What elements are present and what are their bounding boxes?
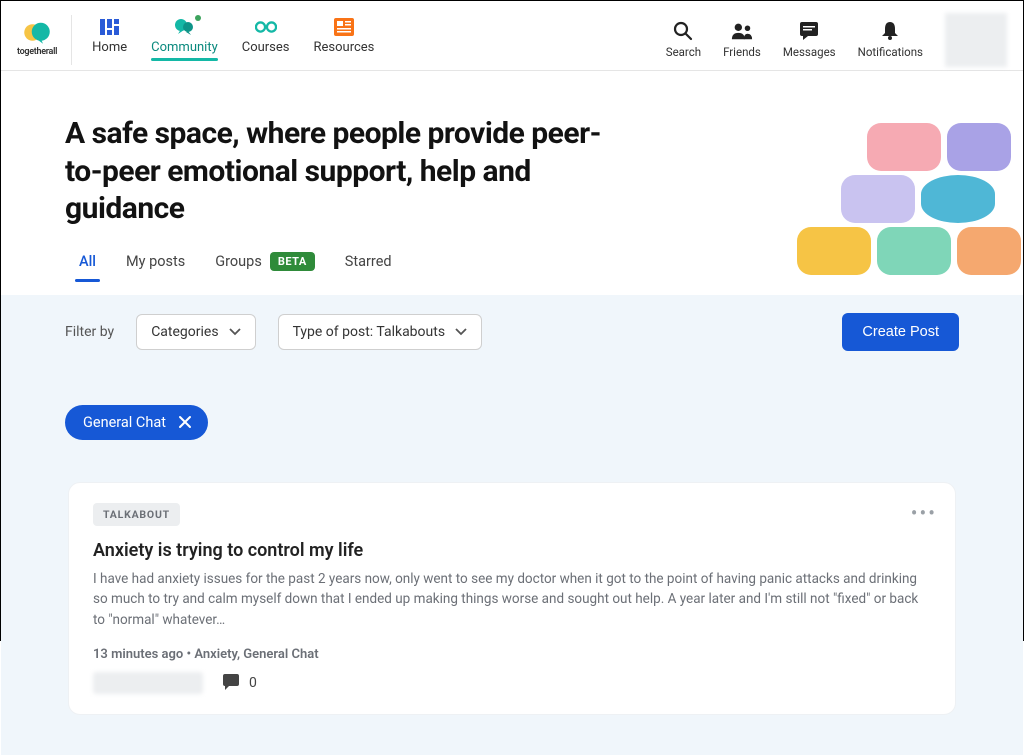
messages-button[interactable]: Messages [783, 20, 836, 59]
filter-chip-general-chat[interactable]: General Chat [65, 405, 208, 440]
nav-community[interactable]: Community [151, 18, 218, 61]
nav-label: Courses [242, 40, 290, 55]
tab-groups[interactable]: Groups BETA [215, 252, 315, 281]
search-label: Search [666, 45, 701, 59]
tab-all[interactable]: All [79, 252, 96, 281]
close-icon [178, 415, 192, 429]
search-button[interactable]: Search [666, 20, 701, 59]
filter-controls: Filter by Categories Type of post: Talka… [65, 314, 482, 350]
type-of-post-dropdown[interactable]: Type of post: Talkabouts [278, 314, 483, 350]
decorative-tiles [797, 123, 1024, 293]
brand-logo[interactable]: togetherall [17, 15, 72, 65]
page-title: A safe space, where people provide peer-… [65, 115, 625, 228]
user-avatar[interactable] [945, 13, 1007, 67]
messages-icon [798, 20, 820, 42]
nav-label: Resources [314, 40, 375, 55]
notification-dot [195, 15, 201, 21]
nav-label: Community [151, 40, 218, 55]
tab-my-posts[interactable]: My posts [126, 252, 185, 281]
beta-badge: BETA [270, 252, 315, 271]
top-bar: togetherall Home Community Course [1, 1, 1023, 71]
comment-count[interactable]: 0 [221, 674, 257, 692]
newspaper-icon [333, 18, 355, 36]
brand-name: togetherall [17, 47, 57, 57]
search-icon [672, 20, 694, 42]
post-meta: 13 minutes ago • Anxiety, General Chat [93, 647, 931, 662]
categories-dropdown[interactable]: Categories [136, 314, 255, 350]
chevron-down-icon [229, 328, 241, 336]
post-footer: 0 [93, 672, 931, 694]
primary-nav: Home Community Courses Resources [92, 18, 374, 61]
filter-section: Filter by Categories Type of post: Talka… [1, 295, 1023, 755]
messages-label: Messages [783, 45, 836, 59]
bell-icon [879, 20, 901, 42]
nav-home[interactable]: Home [92, 18, 127, 61]
post-body: I have had anxiety issues for the past 2… [93, 569, 931, 632]
filter-label: Filter by [65, 324, 114, 340]
filter-row: Filter by Categories Type of post: Talka… [65, 313, 959, 351]
create-post-button[interactable]: Create Post [842, 313, 959, 351]
hero-section: A safe space, where people provide peer-… [1, 71, 1023, 295]
post-type-badge: TALKABOUT [93, 503, 180, 526]
glasses-icon [255, 18, 277, 36]
post-more-menu[interactable]: ••• [911, 501, 937, 525]
notifications-label: Notifications [858, 45, 923, 59]
nav-courses[interactable]: Courses [242, 18, 290, 61]
friends-icon [731, 20, 753, 42]
nav-label: Home [92, 40, 127, 55]
friends-label: Friends [723, 45, 761, 59]
post-author [93, 672, 203, 694]
chevron-down-icon [455, 328, 467, 336]
friends-button[interactable]: Friends [723, 20, 761, 59]
topbar-right: Search Friends Messages Notifications [666, 13, 1007, 67]
togetherall-logo-icon [22, 22, 52, 46]
tab-starred[interactable]: Starred [345, 252, 392, 281]
active-filters: General Chat [65, 405, 959, 440]
nav-resources[interactable]: Resources [314, 18, 375, 61]
topbar-left: togetherall Home Community Course [17, 15, 374, 65]
chat-bubbles-icon [173, 18, 195, 36]
post-card[interactable]: TALKABOUT ••• Anxiety is trying to contr… [68, 482, 956, 716]
home-dashboard-icon [99, 18, 121, 36]
post-title: Anxiety is trying to control my life [93, 540, 931, 561]
comment-icon [221, 674, 241, 692]
notifications-button[interactable]: Notifications [858, 20, 923, 59]
